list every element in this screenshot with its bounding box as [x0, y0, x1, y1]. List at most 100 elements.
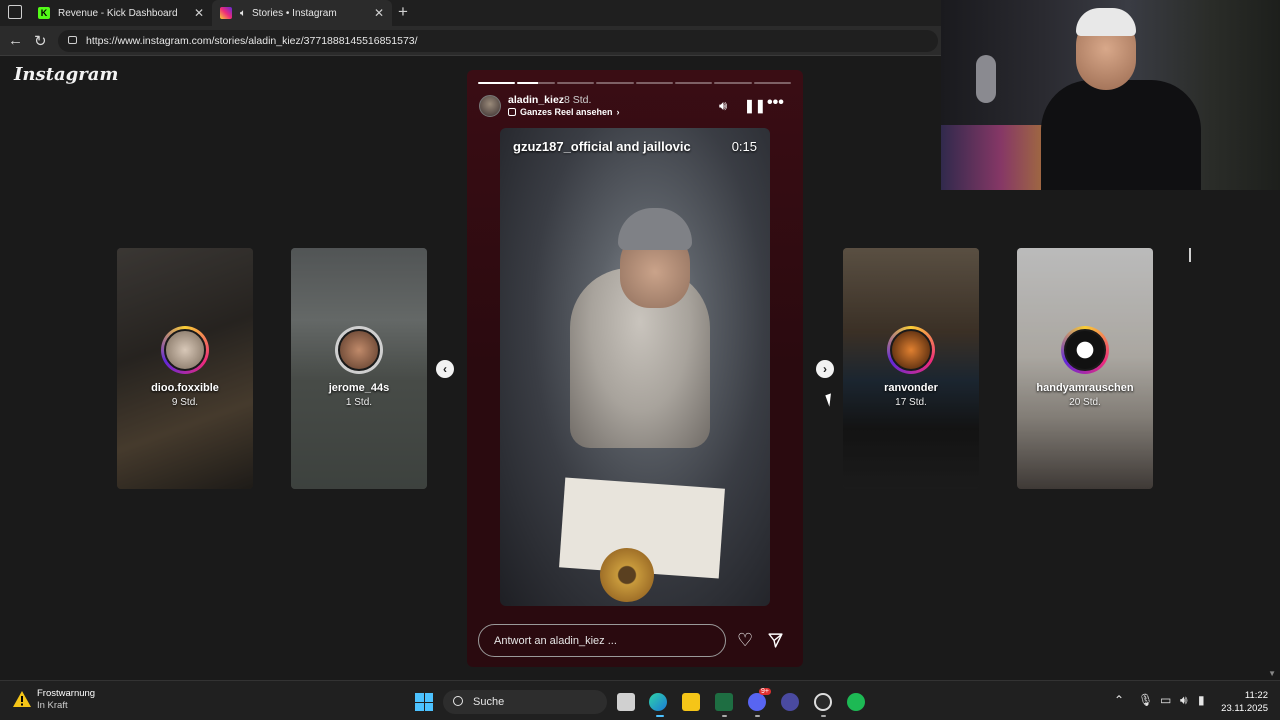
task-view-icon[interactable]: [617, 693, 635, 711]
spotify-icon[interactable]: [847, 693, 865, 711]
app-indicator: [722, 715, 727, 717]
speaker-icon[interactable]: 🔊︎: [1180, 693, 1188, 708]
webcam-overlay: [941, 0, 1280, 190]
url-text: https://www.instagram.com/stories/aladin…: [86, 35, 418, 47]
next-story-button[interactable]: ›: [816, 360, 834, 378]
excel-icon[interactable]: [715, 693, 733, 711]
system-clock[interactable]: 11:22 23.11.2025: [1221, 689, 1268, 715]
avatar-ring: [161, 326, 209, 374]
avatar-ring: [1061, 326, 1109, 374]
avatar: [164, 329, 206, 371]
progress-segment: [753, 82, 791, 84]
close-icon[interactable]: ✕: [374, 6, 384, 20]
taskbar-search[interactable]: Suche: [443, 690, 607, 714]
progress-segment: [635, 82, 673, 84]
tab-kick-dashboard[interactable]: K Revenue - Kick Dashboard ✕: [30, 0, 212, 26]
progress-segment: [674, 82, 713, 84]
avatar[interactable]: [479, 95, 501, 117]
file-explorer-icon[interactable]: [682, 693, 700, 711]
video-cake: [600, 548, 654, 602]
discord-icon[interactable]: [748, 693, 766, 711]
avatar-ring: [887, 326, 935, 374]
chevron-right-icon: ›: [616, 107, 620, 117]
avatar-ring: [335, 326, 383, 374]
preview-username: ranvonder: [884, 382, 938, 394]
progress-segment: [517, 82, 555, 84]
mouse-cursor: [825, 391, 841, 407]
speaker-icon[interactable]: 🔈︎: [240, 8, 246, 19]
preview-username: dioo.foxxible: [151, 382, 219, 394]
video-beanie: [618, 208, 692, 250]
progress-segment: [714, 82, 752, 84]
battery-icon[interactable]: ▮: [1198, 693, 1205, 707]
obs-icon[interactable]: [814, 693, 832, 711]
new-tab-button[interactable]: +: [398, 2, 408, 22]
progress-segment: [556, 82, 595, 84]
weather-widget[interactable]: Frostwarnung In Kraft: [12, 688, 95, 711]
back-icon[interactable]: ←: [8, 32, 23, 49]
app-icon[interactable]: [781, 693, 799, 711]
scroll-down-icon[interactable]: ▼: [1268, 669, 1276, 678]
reply-input[interactable]: Antwort an aladin_kiez ...: [478, 624, 726, 657]
volume-icon[interactable]: 🔊︎: [719, 98, 727, 114]
tab-actions-icon[interactable]: [8, 5, 22, 19]
tab-instagram-stories[interactable]: 🔈︎ Stories • Instagram ✕: [212, 0, 392, 26]
avatar: [1064, 329, 1106, 371]
weather-title: Frostwarnung: [37, 688, 96, 699]
search-icon: [453, 696, 463, 706]
clock-time: 11:22: [1244, 690, 1268, 701]
close-icon[interactable]: ✕: [194, 6, 204, 20]
app-indicator: [821, 715, 826, 717]
story-preview[interactable]: handyamrauschen 20 Std.: [1017, 248, 1153, 489]
warning-icon: [13, 691, 31, 707]
instagram-icon: [220, 7, 232, 19]
story-progress-bar: [478, 82, 791, 84]
instagram-logo[interactable]: Instagram: [14, 64, 118, 85]
preview-username: handyamrauschen: [1036, 382, 1134, 394]
app-indicator: [755, 715, 760, 717]
kick-icon: K: [38, 7, 50, 19]
chevron-up-icon[interactable]: ⌃: [1114, 693, 1124, 707]
avatar: [890, 329, 932, 371]
preview-time: 17 Std.: [895, 397, 927, 408]
preview-time: 1 Std.: [345, 397, 373, 408]
story-username[interactable]: aladin_kiez: [508, 94, 564, 106]
webcam-person-cap: [1076, 8, 1136, 36]
story-preview[interactable]: ranvonder 17 Std.: [843, 248, 979, 489]
story-preview[interactable]: dioo.foxxible 9 Std.: [117, 248, 253, 489]
lock-icon: [68, 36, 77, 44]
story-preview[interactable]: jerome_44s 1 Std.: [291, 248, 427, 489]
pause-icon[interactable]: ❚❚: [744, 98, 766, 114]
heart-icon[interactable]: ♡: [737, 630, 753, 651]
clock-date: 23.11.2025: [1221, 703, 1268, 714]
active-app-indicator: [656, 715, 664, 717]
display-icon[interactable]: ▭: [1160, 693, 1171, 707]
progress-segment: [478, 82, 516, 84]
weather-subtitle: In Kraft: [37, 700, 68, 711]
preview-time: 9 Std.: [171, 397, 199, 408]
story-time: 8 Std.: [564, 94, 592, 106]
reel-icon: [508, 108, 516, 116]
preview-time: 20 Std.: [1069, 397, 1101, 408]
discord-badge: 9+: [759, 688, 771, 695]
microphone-icon[interactable]: 🎙︎: [1138, 693, 1153, 707]
reload-icon[interactable]: ↻: [34, 32, 47, 50]
reply-placeholder: Antwort an aladin_kiez ...: [494, 634, 617, 647]
send-icon[interactable]: [767, 632, 784, 649]
story-caption: gzuz187_official and jaillovic: [513, 139, 691, 154]
windows-taskbar: Frostwarnung In Kraft Suche 9+ ⌃ 🎙︎ ▭ 🔊︎…: [0, 680, 1280, 720]
full-reel-label: Ganzes Reel ansehen: [520, 107, 613, 117]
start-button[interactable]: [415, 693, 433, 711]
video-duration: 0:15: [731, 139, 757, 154]
tab-title: Revenue - Kick Dashboard: [58, 7, 178, 19]
previous-story-button[interactable]: ‹: [436, 360, 454, 378]
progress-segment: [596, 82, 634, 84]
text-caret: [1189, 248, 1191, 262]
preview-username: jerome_44s: [328, 382, 390, 394]
full-reel-link[interactable]: Ganzes Reel ansehen ›: [508, 107, 620, 117]
story-video[interactable]: gzuz187_official and jaillovic 0:15: [500, 128, 770, 606]
avatar: [338, 329, 380, 371]
url-field[interactable]: https://www.instagram.com/stories/aladin…: [58, 30, 938, 52]
more-options-icon[interactable]: •••: [767, 94, 784, 112]
edge-icon[interactable]: [649, 693, 667, 711]
